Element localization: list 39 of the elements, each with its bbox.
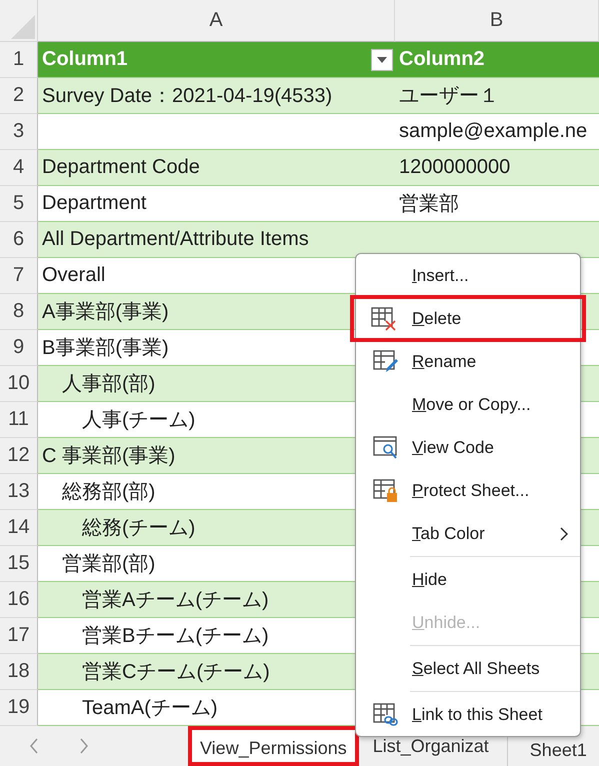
row-header[interactable]: 9 — [0, 330, 38, 366]
row-header[interactable]: 1 — [0, 42, 38, 78]
chevron-right-icon[interactable] — [79, 738, 89, 754]
caret-icon — [377, 56, 387, 62]
protect-sheet-icon — [373, 479, 399, 503]
row-header[interactable]: 7 — [0, 258, 38, 294]
row-header[interactable]: 5 — [0, 186, 38, 222]
column-header[interactable]: A — [38, 0, 395, 42]
select-all-corner[interactable] — [0, 0, 38, 42]
view-code-icon — [373, 436, 399, 460]
sheet-tab[interactable]: View_Permissions — [188, 726, 359, 766]
row-header[interactable]: 16 — [0, 582, 38, 618]
table-cell: 1200000000 — [395, 150, 599, 186]
table-cell: Survey Date：2021-04-19(4533) — [38, 78, 395, 114]
row-header[interactable]: 17 — [0, 618, 38, 654]
table-cell: All Department/Attribute Items — [38, 222, 599, 258]
filter-dropdown-button[interactable] — [371, 48, 393, 70]
row-header[interactable]: 14 — [0, 510, 38, 546]
row-header[interactable]: 6 — [0, 222, 38, 258]
table-header-cell: Column1 — [38, 42, 395, 78]
table-cell: Department Code — [38, 150, 395, 186]
row-header[interactable]: 19 — [0, 690, 38, 726]
row-header[interactable]: 18 — [0, 654, 38, 690]
row-header[interactable]: 2 — [0, 78, 38, 114]
row-header[interactable]: 3 — [0, 114, 38, 150]
row-header[interactable]: 13 — [0, 474, 38, 510]
row-header[interactable]: 8 — [0, 294, 38, 330]
chevron-left-icon[interactable] — [29, 738, 39, 754]
column-header[interactable]: B — [395, 0, 599, 42]
row-header[interactable]: 10 — [0, 366, 38, 402]
link-sheet-icon — [373, 703, 399, 727]
row-header[interactable]: 15 — [0, 546, 38, 582]
row-header[interactable]: 11 — [0, 402, 38, 438]
delete-sheet-icon — [371, 307, 397, 331]
rename-sheet-icon — [373, 350, 399, 374]
table-cell: ユーザー１ — [395, 78, 599, 114]
row-header[interactable]: 12 — [0, 438, 38, 474]
row-header[interactable]: 4 — [0, 150, 38, 186]
table-header-cell: Column2 — [395, 42, 599, 78]
